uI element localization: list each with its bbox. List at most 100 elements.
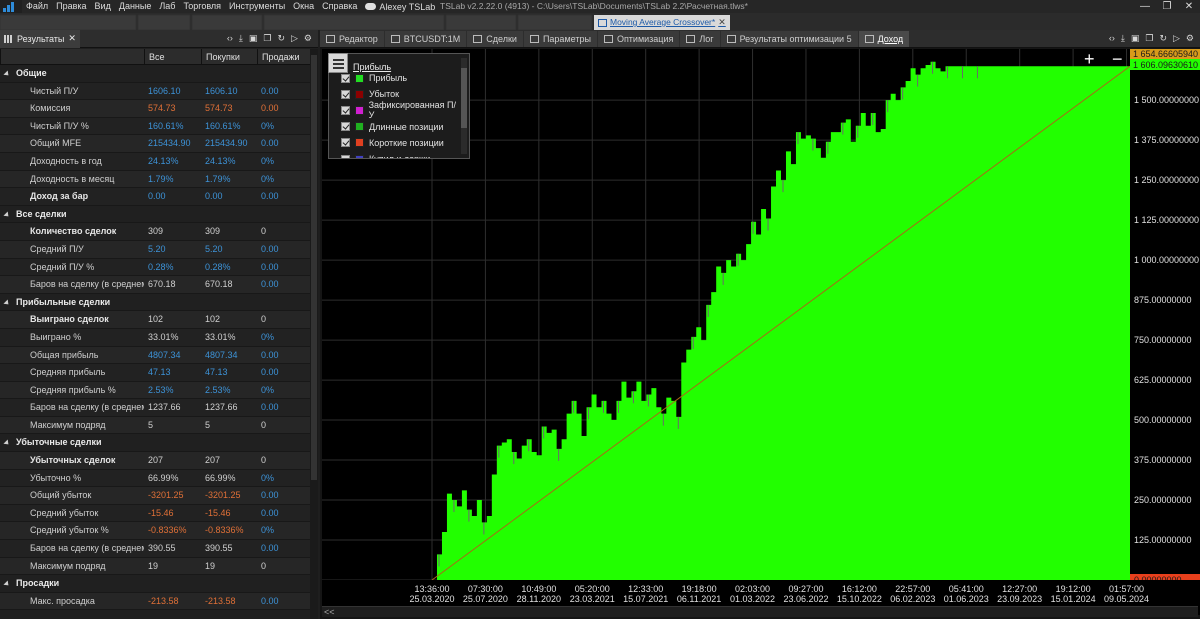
stats-section-row[interactable]: Просадки	[0, 575, 310, 593]
legend-checkbox[interactable]	[341, 73, 350, 83]
settings-icon[interactable]: ⚙	[1186, 33, 1194, 44]
export-icon[interactable]: ⤓	[1121, 33, 1125, 44]
view-tab-1[interactable]: BTCUSDT:1M	[384, 30, 467, 47]
collapse-triangle-icon[interactable]	[3, 580, 11, 588]
save-icon[interactable]: ▣	[249, 33, 258, 44]
stats-row[interactable]: Баров на сделку (в среднем) 390.55 390.55 0…	[0, 540, 310, 558]
stats-row[interactable]: Доход за бар 0.00 0.00 0.00	[0, 188, 310, 206]
menu-help[interactable]: Справка	[318, 0, 361, 13]
results-scrollbar-thumb[interactable]	[311, 55, 317, 480]
stats-section-row[interactable]: Убыточные сделки	[0, 434, 310, 453]
stats-row[interactable]: Средний убыток % -0.8336% -0.8336% 0%	[0, 522, 310, 541]
legend-item[interactable]: Прибыль	[341, 70, 459, 86]
doc-tab-blurred-3[interactable]	[192, 15, 262, 30]
refresh-icon[interactable]: ↻	[277, 33, 285, 44]
view-tab-5[interactable]: Лог	[680, 30, 720, 47]
doc-tab-active[interactable]: Moving Average Crossover* ✕	[594, 15, 730, 30]
stats-section-row[interactable]: Прибыльные сделки	[0, 293, 310, 312]
doc-tab-blurred-5[interactable]	[446, 15, 516, 30]
zoom-in-button[interactable]: +	[1084, 49, 1095, 70]
close-tab-icon[interactable]: ✕	[718, 15, 726, 30]
doc-tab-blurred-1[interactable]	[0, 15, 136, 30]
legend-checkbox[interactable]	[341, 138, 350, 148]
menu-lab[interactable]: Лаб	[155, 0, 179, 13]
stats-row[interactable]: Средний П/У 5.20 5.20 0.00	[0, 240, 310, 259]
results-scrollbar[interactable]	[310, 49, 318, 619]
col-header-name[interactable]	[0, 49, 144, 64]
menu-file[interactable]: Файл	[22, 0, 52, 13]
doc-tab-blurred-4[interactable]	[264, 15, 444, 30]
stats-row[interactable]: Убыточно % 66.99% 66.99% 0%	[0, 469, 310, 488]
legend-checkbox[interactable]	[341, 154, 350, 158]
stats-row[interactable]: Количество сделок 309 309 0	[0, 223, 310, 241]
stats-row[interactable]: Максимум подряд 5 5 0	[0, 416, 310, 435]
doc-tab-blurred-2[interactable]	[138, 15, 190, 30]
legend-item[interactable]: Короткие позиции	[341, 135, 459, 151]
doc-tab-blurred-6[interactable]	[518, 15, 592, 30]
stats-row[interactable]: Средняя прибыль % 2.53% 2.53% 0%	[0, 381, 310, 400]
stats-section-row[interactable]: Все сделки	[0, 205, 310, 224]
play-icon[interactable]: ▷	[291, 33, 298, 44]
save-icon[interactable]: ▣	[1131, 33, 1140, 44]
stats-row[interactable]: Средний П/У % 0.28% 0.28% 0.00	[0, 258, 310, 277]
col-header-all[interactable]: Все	[144, 49, 201, 64]
legend-item[interactable]: Длинные позиции	[341, 119, 459, 135]
stats-row[interactable]: Баров на сделку (в среднем) 1237.66 1237.6…	[0, 399, 310, 417]
legend-checkbox[interactable]	[341, 122, 350, 132]
close-results-icon[interactable]: ✕	[68, 33, 76, 44]
nav-arrows-icon[interactable]: ‹›	[227, 33, 233, 44]
stats-row[interactable]: Комиссия 574.73 574.73 0.00	[0, 100, 310, 118]
view-tab-3[interactable]: Параметры	[523, 30, 597, 47]
menu-tools[interactable]: Инструменты	[225, 0, 289, 13]
stats-row[interactable]: Средняя прибыль 47.13 47.13 0.00	[0, 364, 310, 382]
collapse-triangle-icon[interactable]	[3, 439, 11, 448]
menu-edit[interactable]: Правка	[52, 0, 90, 13]
menu-windows[interactable]: Окна	[289, 0, 318, 13]
stats-row[interactable]: Общий MFE 215434.90 215434.90 0.00	[0, 135, 310, 153]
stats-row[interactable]: Убыточных сделок 207 207 0	[0, 452, 310, 470]
stats-row[interactable]: Доходность в год 24.13% 24.13% 0%	[0, 152, 310, 171]
stats-row[interactable]: Баров на сделку (в среднем) 670.18 670.18 0…	[0, 276, 310, 294]
view-tab-0[interactable]: Редактор	[320, 30, 384, 47]
menu-trade[interactable]: Торговля	[179, 0, 225, 13]
view-tab-6[interactable]: Результаты оптимизации 5	[720, 30, 858, 47]
refresh-icon[interactable]: ↻	[1159, 33, 1167, 44]
copy-icon[interactable]: ❐	[1145, 33, 1153, 44]
collapse-triangle-icon[interactable]	[3, 299, 11, 307]
close-window-button[interactable]: ✕	[1178, 0, 1200, 13]
legend-scrollbar[interactable]	[461, 58, 467, 154]
chart-horizontal-scrollbar[interactable]: <<	[322, 606, 1198, 617]
view-tab-7[interactable]: Доход	[858, 30, 910, 47]
nav-arrows-icon[interactable]: ‹›	[1109, 33, 1115, 44]
minimize-button[interactable]: —	[1134, 0, 1156, 13]
results-tab[interactable]: Результаты ✕	[0, 29, 80, 48]
stats-row[interactable]: Доходность в месяц 1.79% 1.79% 0%	[0, 170, 310, 189]
menu-view[interactable]: Вид	[91, 0, 115, 13]
menu-data[interactable]: Данные	[115, 0, 156, 13]
legend-checkbox[interactable]	[341, 89, 350, 99]
equity-chart[interactable]: 125.00000000 250.00000000 375.00000000 500.…	[322, 49, 1200, 615]
stats-row[interactable]: Чистый П/У % 160.61% 160.61% 0%	[0, 117, 310, 136]
stats-section-row[interactable]: Общие	[0, 65, 310, 83]
stats-row[interactable]: Макс. просадка -213.58 -213.58 0.00	[0, 592, 310, 611]
legend-item[interactable]: Купил и держи	[341, 151, 459, 158]
stats-row[interactable]: Чистый П/У 1606.10 1606.10 0.00	[0, 82, 310, 101]
user-menu[interactable]: Alexey TSLab	[361, 2, 439, 12]
stats-row[interactable]: Средний убыток -15.46 -15.46 0.00	[0, 504, 310, 523]
stats-row[interactable]: Общий убыток -3201.25 -3201.25 0.00	[0, 487, 310, 505]
stats-row[interactable]: Выиграно % 33.01% 33.01% 0%	[0, 328, 310, 347]
col-header-sell[interactable]: Продажи	[257, 49, 310, 64]
scroll-left-button[interactable]: <<	[324, 607, 335, 617]
copy-icon[interactable]: ❐	[263, 33, 271, 44]
collapse-triangle-icon[interactable]	[3, 211, 11, 219]
export-icon[interactable]: ⤓	[239, 33, 243, 44]
stats-row[interactable]: Максимум подряд 19 19 0	[0, 557, 310, 576]
zoom-out-button[interactable]: −	[1112, 49, 1123, 70]
stats-row[interactable]: Общая прибыль 4807.34 4807.34 0.00	[0, 346, 310, 365]
play-icon[interactable]: ▷	[1173, 33, 1180, 44]
maximize-button[interactable]: ❐	[1156, 0, 1178, 13]
legend-item[interactable]: Зафиксированная П/У	[341, 100, 459, 120]
settings-icon[interactable]: ⚙	[304, 33, 312, 44]
stats-row[interactable]: Выиграно сделок 102 102 0	[0, 311, 310, 329]
legend-checkbox[interactable]	[341, 105, 350, 115]
